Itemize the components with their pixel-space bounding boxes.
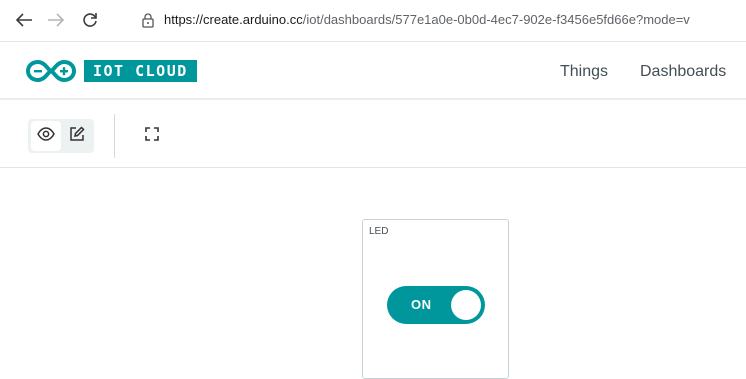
edit-mode-button[interactable]	[62, 121, 92, 151]
dashboard-toolbar	[0, 100, 746, 168]
app-header: IOT CLOUD Things Dashboards	[0, 42, 746, 100]
eye-icon	[37, 126, 55, 146]
nav-things[interactable]: Things	[560, 62, 608, 82]
address-bar[interactable]: https://create.arduino.cc/iot/dashboards…	[164, 12, 746, 28]
edit-icon	[69, 125, 85, 147]
back-arrow-icon[interactable]	[14, 10, 34, 30]
fullscreen-button[interactable]	[140, 124, 164, 148]
arduino-logo-icon[interactable]	[25, 59, 77, 83]
forward-arrow-icon[interactable]	[46, 10, 66, 30]
fullscreen-icon	[145, 126, 159, 146]
led-toggle-switch[interactable]: ON	[387, 286, 485, 324]
mode-toggle-group	[28, 119, 94, 153]
toggle-knob	[451, 290, 481, 320]
url-path: /iot/dashboards/577e1a0e-0b0d-4ec7-902e-…	[302, 12, 690, 27]
reload-icon[interactable]	[80, 10, 100, 30]
widget-title: LED	[369, 226, 389, 237]
nav-dashboards[interactable]: Dashboards	[640, 62, 726, 82]
url-host: https://create.arduino.cc	[164, 12, 303, 27]
browser-toolbar: https://create.arduino.cc/iot/dashboards…	[0, 0, 746, 42]
toolbar-divider	[114, 114, 115, 158]
view-mode-button[interactable]	[31, 121, 61, 151]
lock-icon[interactable]	[140, 12, 156, 28]
switch-widget: LED ON	[362, 219, 509, 379]
brand-title[interactable]: IOT CLOUD	[84, 60, 197, 82]
toggle-state-label: ON	[411, 297, 432, 312]
